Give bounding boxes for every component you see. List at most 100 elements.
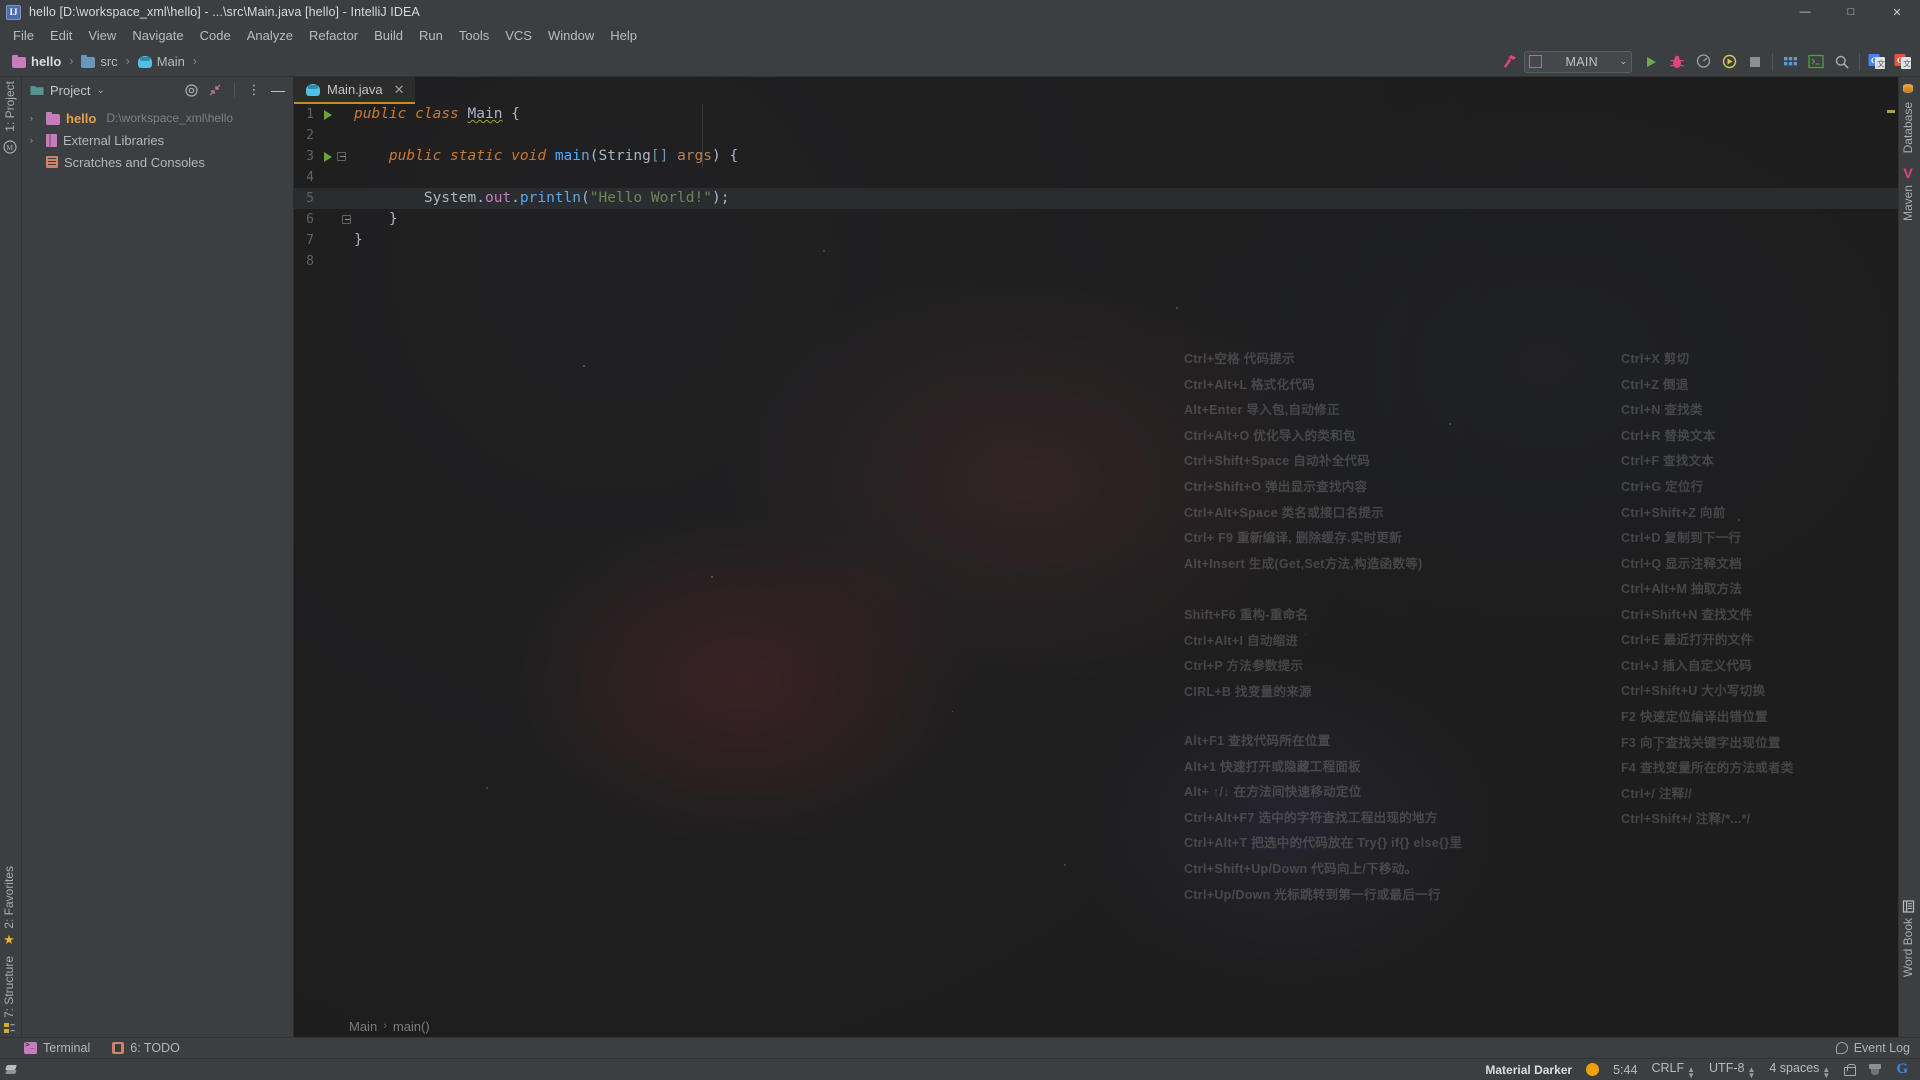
stop-button[interactable]	[1742, 49, 1768, 75]
translate-alt-icon[interactable]: G 文	[1890, 49, 1916, 75]
inspector-hat-icon[interactable]	[1868, 1063, 1882, 1076]
tool-button-terminal[interactable]: Terminal	[24, 1040, 90, 1055]
structure-icon	[3, 1022, 16, 1035]
watermark-line: Ctrl+Shift+U 大小写切换	[1621, 684, 1766, 699]
bottom-tool-strip: Terminal 6: TODO Event Log	[0, 1037, 1920, 1058]
fold-icon[interactable]	[337, 152, 346, 161]
chevron-right-icon[interactable]: ›	[30, 135, 40, 145]
watermark-line: Ctrl+D 复制到下一行	[1621, 531, 1742, 546]
menu-item-tools[interactable]: Tools	[451, 26, 497, 45]
target-icon[interactable]	[182, 81, 200, 99]
search-icon[interactable]	[1829, 49, 1855, 75]
run-config-name: MAIN	[1565, 54, 1598, 69]
watermark-line: Alt+Insert 生成(Get,Set方法,构造函数等)	[1184, 556, 1423, 571]
watermark-line: F3 向下查找关键字出现位置	[1621, 735, 1781, 750]
unlocked-icon[interactable]	[1844, 1063, 1857, 1076]
tree-item-hello[interactable]: › hello D:\workspace_xml\hello	[22, 107, 293, 129]
code-line: 3 public static void main(String[] args)…	[294, 146, 1898, 167]
tree-item-external-libraries[interactable]: › External Libraries	[22, 129, 293, 151]
breadcrumb-item-src[interactable]: src	[77, 52, 121, 71]
todo-icon	[112, 1042, 125, 1054]
sidebar-item-favorites[interactable]: 2: Favorites ★	[2, 866, 16, 946]
clock-label[interactable]: 5:44	[1613, 1063, 1637, 1077]
source-folder-icon	[81, 54, 96, 68]
menu-item-navigate[interactable]: Navigate	[124, 26, 191, 45]
menu-item-analyze[interactable]: Analyze	[239, 26, 301, 45]
terminal-icon[interactable]	[1803, 49, 1829, 75]
watermark-line: Ctrl+R 替换文本	[1621, 428, 1716, 443]
more-options-icon[interactable]: ⋮	[245, 81, 263, 99]
sidebar-item-database[interactable]: Database	[1901, 83, 1915, 153]
tab-main-java[interactable]: Main.java ✕	[294, 77, 415, 104]
fold-icon[interactable]	[342, 215, 351, 224]
hammer-icon[interactable]	[1496, 49, 1522, 75]
editor-breadcrumb-class[interactable]: Main	[349, 1019, 377, 1034]
menu-item-code[interactable]: Code	[192, 26, 239, 45]
tree-item-scratches[interactable]: Scratches and Consoles	[22, 151, 293, 173]
grid-icon[interactable]	[1777, 49, 1803, 75]
indent-selector[interactable]: 4 spaces ▲ ▼	[1769, 1061, 1830, 1080]
right-strip-bottom: Word Book	[1901, 900, 1915, 977]
chevron-down-icon[interactable]: ⌄	[96, 85, 104, 96]
theme-color-dot[interactable]	[1586, 1063, 1600, 1076]
theme-name-label[interactable]: Material Darker	[1485, 1063, 1572, 1077]
menu-item-edit[interactable]: Edit	[42, 26, 80, 45]
menu-item-vcs[interactable]: VCS	[497, 26, 540, 45]
run-button[interactable]	[1638, 49, 1664, 75]
event-log-icon	[1835, 1042, 1848, 1054]
editor-breadcrumb-method[interactable]: main()	[393, 1019, 430, 1034]
chevron-right-icon[interactable]: ›	[30, 113, 40, 123]
project-panel-header: Project ⌄ ⋮ —	[22, 77, 293, 103]
watermark-line: Ctrl+G 定位行	[1621, 479, 1704, 494]
sidebar-item-structure[interactable]: 7: Structure	[2, 956, 16, 1035]
tool-button-todo[interactable]: 6: TODO	[112, 1041, 180, 1055]
run-line-icon[interactable]	[324, 109, 332, 120]
status-bar-left[interactable]	[0, 1064, 24, 1076]
line-number: 6	[306, 212, 314, 227]
menu-item-build[interactable]: Build	[366, 26, 411, 45]
hide-panel-icon[interactable]: —	[269, 81, 287, 99]
watermark-line: Ctrl+空格 代码提示	[1184, 352, 1295, 366]
layers-icon[interactable]	[5, 1064, 19, 1076]
breadcrumb-label: Main	[156, 53, 185, 69]
encoding-selector[interactable]: UTF-8 ▲ ▼	[1709, 1061, 1755, 1080]
sidebar-item-word-book[interactable]: Word Book	[1901, 900, 1915, 977]
debug-button[interactable]	[1664, 49, 1690, 75]
watermark-line: Ctrl+Alt+I 自动缩进	[1184, 633, 1299, 648]
google-icon[interactable]: G	[1896, 1061, 1908, 1078]
breadcrumb-item-hello[interactable]: hello	[8, 52, 65, 71]
sidebar-item-maven[interactable]: V Maven	[1901, 166, 1915, 221]
menu-item-refactor[interactable]: Refactor	[301, 26, 366, 45]
minimize-button[interactable]: —	[1782, 0, 1828, 24]
close-button[interactable]: ✕	[1874, 0, 1920, 24]
run-line-icon[interactable]	[324, 151, 332, 162]
menu-item-run[interactable]: Run	[411, 26, 451, 45]
run-configuration-selector[interactable]: MAIN ⌄	[1524, 50, 1632, 73]
code-text: public static void main(String[] args) {	[388, 148, 739, 164]
app-logo-icon: IJ	[6, 4, 21, 20]
menu-item-view[interactable]: View	[80, 26, 124, 45]
sidebar-item-project[interactable]: 1: Project M	[3, 81, 17, 154]
google-translate-icon[interactable]: G 文	[1864, 49, 1890, 75]
profile-button[interactable]	[1716, 49, 1742, 75]
gutter-markers[interactable]	[320, 151, 354, 162]
watermark-line: Ctrl+Shift+N 查找文件	[1621, 607, 1753, 622]
watermark-shortcuts-right-group-2: Ctrl+Alt+M 抽取方法 Ctrl+Shift+N 查找文件 Ctrl+E…	[1621, 577, 1794, 833]
scrollbar-marker-track[interactable]	[1884, 104, 1898, 1015]
close-icon[interactable]: ✕	[394, 82, 405, 98]
line-separator-selector[interactable]: CRLF ▲ ▼	[1651, 1061, 1695, 1080]
project-tree: › hello D:\workspace_xml\hello › Externa…	[22, 103, 293, 173]
menu-item-window[interactable]: Window	[540, 26, 602, 45]
gutter-markers[interactable]	[320, 109, 354, 120]
tool-button-event-log[interactable]: Event Log	[1835, 1041, 1910, 1055]
code-editor[interactable]: 1 public class Main { 2 3 public static …	[294, 104, 1898, 272]
collapse-all-icon[interactable]	[206, 81, 224, 99]
breadcrumb-item-main[interactable]: Main	[134, 52, 189, 71]
maximize-button[interactable]: □	[1828, 0, 1874, 24]
run-with-coverage-button[interactable]	[1690, 49, 1716, 75]
terminal-icon	[24, 1040, 37, 1054]
warning-marker[interactable]	[1887, 110, 1895, 113]
menu-item-file[interactable]: File	[5, 26, 42, 45]
menu-item-help[interactable]: Help	[602, 26, 645, 45]
gutter-markers[interactable]	[320, 215, 354, 224]
